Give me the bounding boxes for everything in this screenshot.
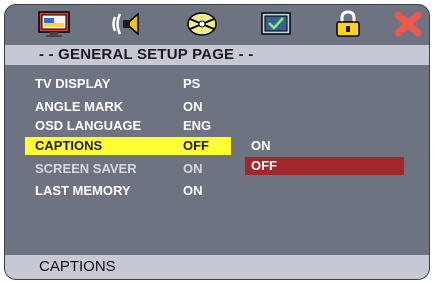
- exit-icon[interactable]: [389, 9, 427, 39]
- status-bar: CAPTIONS: [5, 255, 429, 279]
- menu-item-screen-saver[interactable]: SCREEN SAVER ON: [25, 160, 231, 178]
- menu-item-last-memory[interactable]: LAST MEMORY ON: [25, 182, 231, 200]
- menu-item-label: ANGLE MARK: [35, 99, 124, 114]
- setup-menu-panel: - - GENERAL SETUP PAGE - - TV DISPLAY PS…: [4, 4, 430, 280]
- menu-item-tv-display[interactable]: TV DISPLAY PS: [25, 75, 231, 93]
- option-label: ON: [251, 138, 271, 153]
- tv-display-icon[interactable]: [35, 9, 73, 39]
- preference-icon[interactable]: [257, 9, 295, 39]
- page-header: - - GENERAL SETUP PAGE - -: [5, 45, 429, 65]
- menu-item-osd-language[interactable]: OSD LANGUAGE ENG: [25, 117, 231, 135]
- option-off[interactable]: OFF: [245, 157, 404, 175]
- menu-item-label: CAPTIONS: [35, 138, 103, 153]
- menu-item-value: PS: [183, 76, 201, 91]
- icon-toolbar: [5, 5, 429, 43]
- password-lock-icon[interactable]: [329, 9, 367, 39]
- status-text: CAPTIONS: [39, 258, 116, 275]
- menu-item-value: OFF: [183, 138, 209, 153]
- menu-item-label: SCREEN SAVER: [35, 161, 137, 176]
- menu-item-label: OSD LANGUAGE: [35, 118, 142, 133]
- video-disc-icon[interactable]: [183, 9, 221, 39]
- menu-item-angle-mark[interactable]: ANGLE MARK ON: [25, 98, 231, 116]
- option-on[interactable]: ON: [245, 137, 404, 155]
- menu-item-captions[interactable]: CAPTIONS OFF: [25, 137, 231, 155]
- menu-item-label: LAST MEMORY: [35, 183, 131, 198]
- menu-item-value: ON: [183, 161, 203, 176]
- menu-item-label: TV DISPLAY: [35, 76, 111, 91]
- menu-item-value: ON: [183, 99, 203, 114]
- page-title: - - GENERAL SETUP PAGE - -: [39, 46, 254, 63]
- audio-icon[interactable]: [109, 9, 147, 39]
- menu-item-value: ON: [183, 183, 203, 198]
- menu-item-value: ENG: [183, 118, 212, 133]
- option-label: OFF: [251, 158, 277, 173]
